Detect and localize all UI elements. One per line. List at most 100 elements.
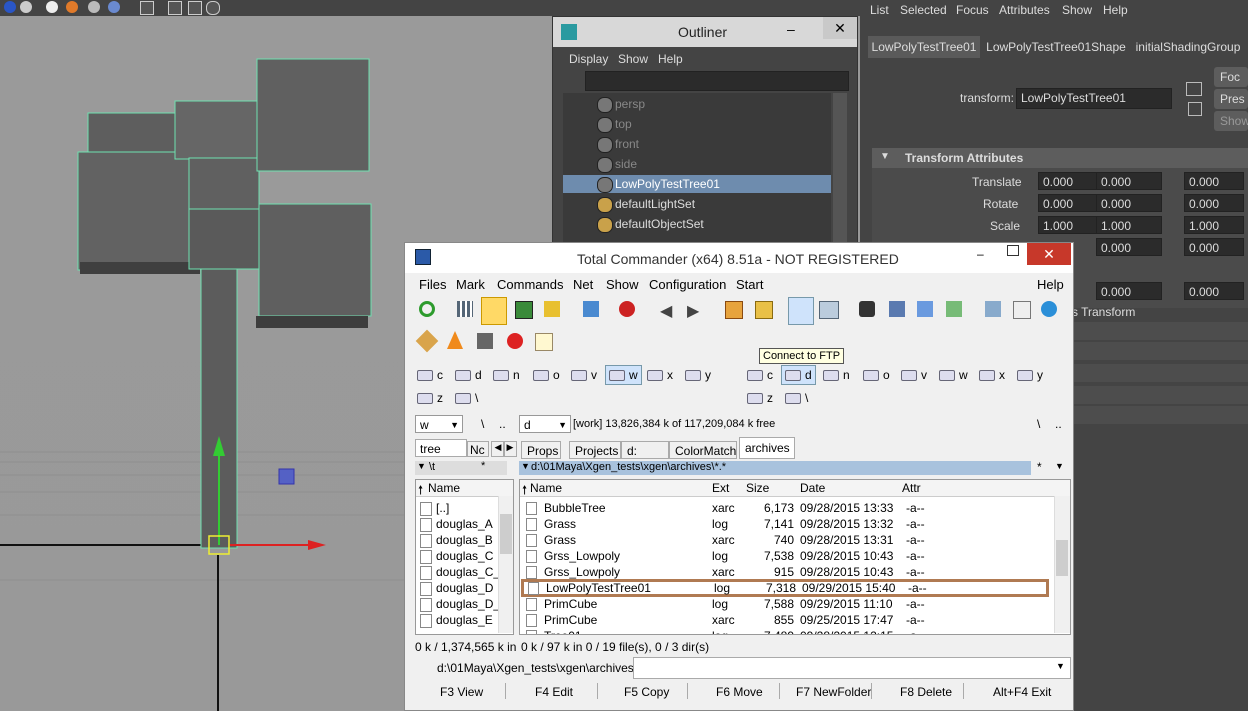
ae-pivot-z[interactable]: 0.000: [1184, 282, 1244, 300]
right-filter[interactable]: *: [1037, 460, 1042, 474]
right-tab-d[interactable]: d:: [621, 441, 669, 459]
ae-menu-list[interactable]: List: [870, 3, 889, 17]
ae-tab-transform[interactable]: LowPolyTestTree01: [868, 36, 980, 58]
tc-menu-configuration[interactable]: Configuration: [649, 277, 726, 292]
ae-focus-icon[interactable]: [1186, 82, 1202, 96]
ae-scale-x[interactable]: 1.000: [1038, 216, 1104, 234]
vlc-icon[interactable]: [447, 331, 463, 349]
detailed-view-icon[interactable]: [481, 297, 507, 325]
left-drive-y[interactable]: y: [685, 368, 711, 382]
ae-menu-selected[interactable]: Selected: [900, 3, 947, 17]
left-file-item[interactable]: douglas_D: [420, 580, 493, 596]
maximize-icon[interactable]: [1007, 245, 1019, 256]
tc-menu-start[interactable]: Start: [736, 277, 763, 292]
column-date[interactable]: Date: [800, 481, 825, 495]
left-path-bar[interactable]: ▼ \t *: [415, 460, 507, 475]
file-row[interactable]: LowPolyTestTree01 log 7,318 09/29/2015 15:4…: [521, 579, 1049, 597]
left-root-button[interactable]: \: [481, 417, 484, 431]
right-drive-n[interactable]: n: [823, 368, 850, 382]
right-root-button[interactable]: \: [1037, 417, 1040, 431]
command-input[interactable]: ▼: [633, 657, 1071, 679]
left-file-item[interactable]: douglas_E: [420, 612, 493, 628]
history-icon[interactable]: ▼: [521, 461, 530, 471]
history-icon[interactable]: ▼: [417, 461, 426, 471]
compare-icon[interactable]: [583, 301, 599, 317]
file-row[interactable]: Tree01 log 7,489 09/28/2015 12:15 -a--: [520, 628, 1054, 634]
tc-titlebar[interactable]: Total Commander (x64) 8.51a - NOT REGIST…: [405, 243, 1073, 273]
left-file-panel[interactable]: 🠕 Name [..] douglas_A douglas_B douglas_…: [415, 479, 514, 635]
ae-scale-z[interactable]: 1.000: [1184, 216, 1244, 234]
outliner-titlebar[interactable]: Outliner – ✕: [553, 17, 857, 47]
find-icon[interactable]: [859, 301, 875, 317]
ae-scale-y[interactable]: 1.000: [1096, 216, 1162, 234]
quickview-icon[interactable]: [1041, 301, 1057, 317]
brief-view-icon[interactable]: [457, 301, 473, 317]
ae-menu-attributes[interactable]: Attributes: [999, 3, 1050, 17]
tab-scroll-right-icon[interactable]: ▶: [503, 441, 517, 457]
outliner-item-top[interactable]: top: [563, 115, 831, 133]
refresh-icon[interactable]: [419, 301, 435, 317]
right-tab-props[interactable]: Props: [521, 441, 561, 459]
left-drive-n[interactable]: n: [493, 368, 520, 382]
outliner-scrollbar[interactable]: [833, 93, 847, 249]
ae-translate-y[interactable]: 0.000: [1096, 172, 1162, 190]
ae-shear-z[interactable]: 0.000: [1184, 238, 1244, 256]
tc-menu-commands[interactable]: Commands: [497, 277, 563, 292]
right-tab-projects[interactable]: Projects: [569, 441, 621, 459]
ae-shear-y[interactable]: 0.000: [1096, 238, 1162, 256]
ae-translate-x[interactable]: 0.000: [1038, 172, 1104, 190]
ae-rotate-x[interactable]: 0.000: [1038, 194, 1104, 212]
file-row[interactable]: Grss_Lowpoly log 7,538 09/28/2015 10:43 -a--: [520, 548, 1054, 564]
left-drive-z[interactable]: z: [417, 391, 443, 405]
tc-menu-help[interactable]: Help: [1037, 277, 1064, 292]
right-path-bar[interactable]: ▼ d:\01Maya\Xgen_tests\xgen\archives\*.*: [519, 461, 1031, 475]
back-icon[interactable]: ◀: [660, 301, 672, 321]
outliner-menu-help[interactable]: Help: [658, 52, 683, 66]
left-tab-tree[interactable]: tree: [415, 439, 467, 457]
f3-view-button[interactable]: F3 View: [440, 685, 483, 699]
splash-icon[interactable]: [507, 333, 523, 349]
tc-menu-net[interactable]: Net: [573, 277, 593, 292]
tc-menu-mark[interactable]: Mark: [456, 277, 485, 292]
right-drive-select[interactable]: d ▼: [519, 415, 571, 433]
file-row[interactable]: BubbleTree xarc 6,173 09/28/2015 13:33 -a--: [520, 500, 1054, 516]
outliner-item-front[interactable]: front: [563, 135, 831, 153]
ftp-connect-icon[interactable]: [788, 297, 814, 325]
left-file-item[interactable]: douglas_B: [420, 532, 493, 548]
ae-tab-shape[interactable]: LowPolyTestTree01Shape: [986, 36, 1126, 58]
right-drive-y[interactable]: y: [1017, 368, 1043, 382]
ae-menu-help[interactable]: Help: [1103, 3, 1128, 17]
minimize-icon[interactable]: –: [787, 21, 795, 37]
file-row[interactable]: Grss_Lowpoly xarc 915 09/28/2015 10:43 -a--: [520, 564, 1054, 580]
right-scrollbar[interactable]: [1054, 496, 1070, 633]
select-icon[interactable]: [619, 301, 635, 317]
left-scrollbar[interactable]: [498, 496, 513, 633]
outliner-menu-display[interactable]: Display: [569, 52, 608, 66]
tc-menu-show[interactable]: Show: [606, 277, 639, 292]
right-drive-x[interactable]: x: [979, 368, 1005, 382]
outliner-item-side[interactable]: side: [563, 155, 831, 173]
f4-edit-button[interactable]: F4 Edit: [535, 685, 573, 699]
outliner-search-input[interactable]: [585, 71, 849, 91]
f7-newfolder-button[interactable]: F7 NewFolder: [796, 685, 871, 699]
file-row[interactable]: Grass log 7,141 09/28/2015 13:32 -a--: [520, 516, 1054, 532]
left-file-item[interactable]: douglas_C_l: [420, 564, 503, 580]
f8-delete-button[interactable]: F8 Delete: [900, 685, 952, 699]
right-up-button[interactable]: ..: [1055, 417, 1062, 431]
outliner-item-lightset[interactable]: defaultLightSet: [563, 195, 831, 213]
thumbnail-icon[interactable]: [515, 301, 533, 319]
file-row[interactable]: Grass xarc 740 09/28/2015 13:31 -a--: [520, 532, 1054, 548]
column-attr[interactable]: Attr: [902, 481, 921, 495]
right-column-header[interactable]: 🠕 Name Ext Size Date Attr: [520, 480, 1070, 497]
column-ext[interactable]: Ext: [712, 481, 729, 495]
outliner-menu-show[interactable]: Show: [618, 52, 648, 66]
ae-show-button[interactable]: Show: [1214, 111, 1248, 131]
ae-rotate-z[interactable]: 0.000: [1184, 194, 1244, 212]
dropdown-icon[interactable]: ▼: [1056, 661, 1065, 671]
forward-icon[interactable]: ▶: [687, 301, 699, 321]
ae-transform-field[interactable]: LowPolyTestTree01: [1016, 88, 1172, 109]
right-drive-d[interactable]: d: [781, 365, 816, 385]
left-file-item[interactable]: [..]: [420, 500, 449, 516]
ae-translate-z[interactable]: 0.000: [1184, 172, 1244, 190]
close-icon[interactable]: ✕: [1027, 243, 1071, 265]
